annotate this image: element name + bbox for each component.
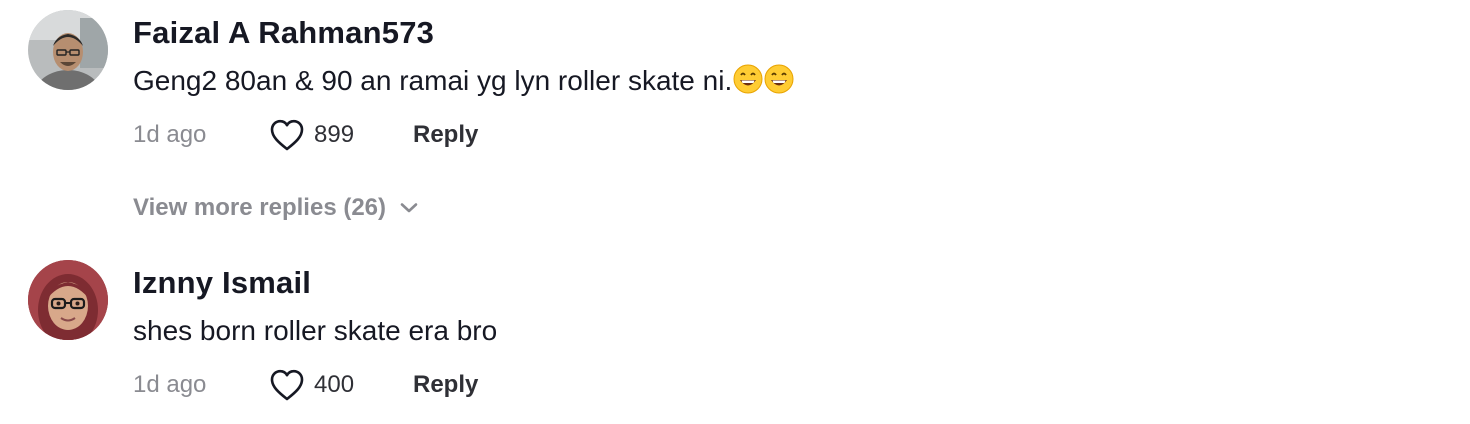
comment-meta: 1d ago 400 Reply	[133, 365, 478, 405]
comment-text: Geng2 80an & 90 an ramai yg lyn roller s…	[133, 65, 733, 96]
view-more-replies-button[interactable]: View more replies (26)	[133, 191, 418, 225]
heart-outline-icon	[270, 369, 304, 401]
like-button[interactable]: 400	[269, 368, 413, 402]
comment-meta: 1d ago 899 Reply	[133, 115, 478, 155]
reply-button[interactable]: Reply	[413, 121, 478, 149]
avatar[interactable]	[28, 260, 108, 340]
like-count: 400	[314, 371, 355, 398]
like-button[interactable]: 899	[269, 118, 413, 152]
avatar[interactable]	[28, 10, 108, 90]
grinning-face-emoji-icon	[764, 64, 794, 102]
reply-button[interactable]: Reply	[413, 371, 478, 399]
chevron-down-icon	[400, 203, 418, 213]
grinning-face-emoji-icon	[733, 64, 763, 102]
comment-timestamp: 1d ago	[133, 371, 207, 398]
heart-outline-icon	[270, 119, 304, 151]
like-count: 899	[314, 121, 355, 148]
comment-username[interactable]: Faizal A Rahman573	[133, 15, 434, 51]
comment-username[interactable]: Iznny Ismail	[133, 265, 311, 301]
view-more-replies-label: View more replies (26)	[133, 194, 387, 221]
comment-text-row: Geng2 80an & 90 an ramai yg lyn roller s…	[133, 64, 794, 102]
comment-text: shes born roller skate era bro	[133, 315, 498, 346]
comment-timestamp: 1d ago	[133, 121, 207, 148]
